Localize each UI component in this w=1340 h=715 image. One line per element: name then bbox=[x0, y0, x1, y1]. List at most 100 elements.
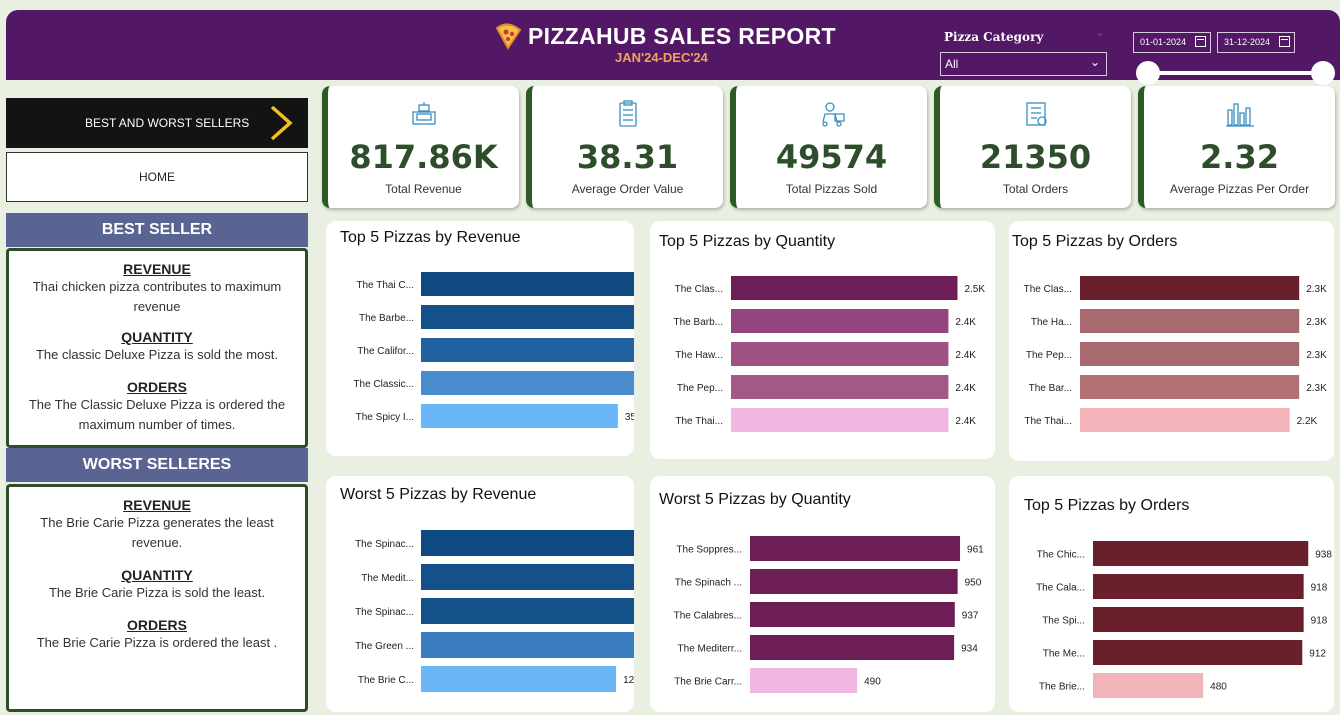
category-label: The Mediterr... bbox=[678, 644, 742, 655]
data-label: 912 bbox=[1309, 649, 1326, 660]
date-range-slider[interactable] bbox=[1154, 71, 1330, 75]
kpi-label: Total Pizzas Sold bbox=[785, 182, 878, 196]
bar bbox=[1093, 673, 1204, 698]
data-label: 2.3K bbox=[1306, 284, 1327, 295]
kpi-label: Average Pizzas Per Order bbox=[1169, 182, 1310, 196]
bar bbox=[1080, 309, 1300, 333]
bar bbox=[1093, 607, 1304, 632]
data-label: 480 bbox=[1210, 682, 1227, 693]
bar bbox=[731, 408, 949, 432]
category-label: The Thai C... bbox=[356, 280, 414, 291]
category-label: The Brie C... bbox=[358, 675, 414, 686]
end-date-value: 31-12-2024 bbox=[1224, 37, 1271, 47]
chart-card-top-quantity: The Clas... 2.5K The Barb... 2.4K The Haw...… bbox=[650, 221, 995, 459]
chart-title: Top 5 Pizzas by Quantity bbox=[659, 233, 836, 250]
slider-start-handle[interactable] bbox=[1136, 61, 1160, 85]
category-label: The Soppres... bbox=[676, 545, 742, 556]
bar bbox=[750, 635, 955, 660]
category-label: The Ha... bbox=[1031, 317, 1072, 328]
category-label: The Califor... bbox=[357, 346, 414, 357]
bar bbox=[1093, 574, 1304, 599]
chart-card-top-orders: The Clas... 2.3K The Ha... 2.3K The Pep... 2.… bbox=[1009, 221, 1334, 461]
chart-card-worst-revenue: The Spinac...16KThe Medit...15KThe Spina… bbox=[326, 476, 634, 712]
chart-card-top-revenue: The Thai C...43KThe Barbe...43KThe Calif… bbox=[326, 221, 634, 456]
chart-card-worst-orders: The Chic... 938 The Cala... 918 The Spi... 91… bbox=[1009, 476, 1334, 712]
delivery-person-icon bbox=[821, 102, 845, 127]
data-label: 918 bbox=[1311, 583, 1328, 594]
start-date-value: 01-01-2024 bbox=[1140, 37, 1187, 47]
data-label: 2.4K bbox=[955, 350, 976, 361]
worst-revenue-heading: REVENUE bbox=[123, 497, 191, 513]
sidebar: BEST AND WORST SELLERS HOME BEST SELLER … bbox=[6, 82, 308, 715]
category-label: The Spicy I... bbox=[356, 412, 414, 423]
kpi-label: Total Orders bbox=[1002, 182, 1069, 196]
category-label: The Classic... bbox=[353, 379, 414, 390]
filter-chevron-icon[interactable]: ⌄ bbox=[1096, 28, 1104, 39]
data-label: 961 bbox=[967, 545, 984, 556]
category-label: The Brie... bbox=[1039, 682, 1085, 693]
best-revenue-text: Thai chicken pizza contributes to maximu… bbox=[32, 279, 282, 314]
data-label: 950 bbox=[965, 578, 982, 589]
kpi-value: 21350 bbox=[979, 138, 1092, 176]
category-label: The Spi... bbox=[1042, 616, 1085, 627]
worst-quantity-heading: QUANTITY bbox=[121, 567, 193, 583]
category-label: The Barbe... bbox=[359, 313, 414, 324]
category-label: The Spinac... bbox=[355, 607, 414, 618]
data-label: 2.4K bbox=[955, 383, 976, 394]
chevron-down-icon: ⌄ bbox=[1089, 55, 1100, 69]
chart-title: Worst 5 Pizzas by Revenue bbox=[340, 486, 537, 503]
start-date-input[interactable]: 01-01-2024 bbox=[1133, 32, 1211, 53]
category-label: The Clas... bbox=[675, 284, 723, 295]
category-value: All bbox=[945, 57, 959, 71]
bar bbox=[750, 668, 858, 693]
kpi-average-order-value: 38.31 Average Order Value bbox=[526, 86, 723, 208]
bar bbox=[421, 371, 634, 395]
category-label: The Spinach ... bbox=[675, 578, 742, 589]
bar-chart: The Clas... 2.3K The Ha... 2.3K The Pep... 2.… bbox=[1024, 276, 1327, 432]
bar bbox=[1080, 408, 1290, 432]
data-label: 490 bbox=[864, 677, 881, 688]
data-label: 918 bbox=[1311, 616, 1328, 627]
pizza-slice-icon bbox=[495, 23, 522, 50]
calendar-icon[interactable] bbox=[1195, 36, 1206, 47]
worst-quantity-text: The Brie Carie Pizza is sold the least. bbox=[48, 585, 266, 600]
bar bbox=[750, 602, 955, 627]
slider-end-handle[interactable] bbox=[1311, 61, 1335, 85]
category-label: The Pep... bbox=[677, 383, 723, 394]
bar bbox=[421, 404, 618, 428]
bar-chart: The Spinac...16KThe Medit...15KThe Spina… bbox=[355, 530, 634, 692]
kpi-average-pizzas-per-order: 2.32 Average Pizzas Per Order bbox=[1138, 86, 1335, 208]
calendar-icon[interactable] bbox=[1279, 36, 1290, 47]
kpi-value: 49574 bbox=[775, 138, 888, 176]
best-seller-heading: BEST SELLER bbox=[6, 213, 308, 247]
category-label: The Thai... bbox=[675, 416, 723, 427]
category-label: The Bar... bbox=[1029, 383, 1072, 394]
category-label: The Calabres... bbox=[674, 611, 742, 622]
best-seller-panel: REVENUE Thai chicken pizza contributes t… bbox=[6, 248, 308, 448]
data-label: 35K bbox=[625, 412, 634, 423]
nav-home-label: HOME bbox=[139, 170, 175, 184]
bar bbox=[731, 375, 949, 399]
worst-seller-title: WORST SELLERES bbox=[82, 456, 232, 473]
report-period: JAN'24-DEC'24 bbox=[615, 50, 708, 65]
clipboard-icon bbox=[618, 100, 637, 127]
bar-chart: The Thai C...43KThe Barbe...43KThe Calif… bbox=[353, 272, 634, 428]
nav-home-button[interactable]: HOME bbox=[6, 152, 308, 202]
worst-seller-heading: WORST SELLERES bbox=[6, 448, 308, 482]
best-revenue-heading: REVENUE bbox=[123, 261, 191, 277]
data-label: 2.3K bbox=[1306, 317, 1327, 328]
bar bbox=[1080, 342, 1300, 366]
end-date-input[interactable]: 31-12-2024 bbox=[1217, 32, 1295, 53]
category-select[interactable]: All ⌄ bbox=[940, 52, 1107, 76]
nav-best-worst-button[interactable]: BEST AND WORST SELLERS bbox=[6, 98, 308, 148]
bar bbox=[421, 338, 634, 362]
category-label: The Barb... bbox=[674, 317, 723, 328]
bar bbox=[1080, 276, 1300, 300]
kpi-total-pizzas-sold: 49574 Total Pizzas Sold bbox=[730, 86, 927, 208]
kpi-value: 38.31 bbox=[576, 138, 679, 176]
bar-chart: The Clas... 2.5K The Barb... 2.4K The Haw...… bbox=[674, 276, 985, 432]
bar bbox=[731, 276, 958, 300]
best-quantity-heading: QUANTITY bbox=[121, 329, 193, 345]
bar bbox=[421, 632, 634, 658]
worst-revenue-text: The Brie Carie Pizza generates the least… bbox=[40, 515, 274, 550]
